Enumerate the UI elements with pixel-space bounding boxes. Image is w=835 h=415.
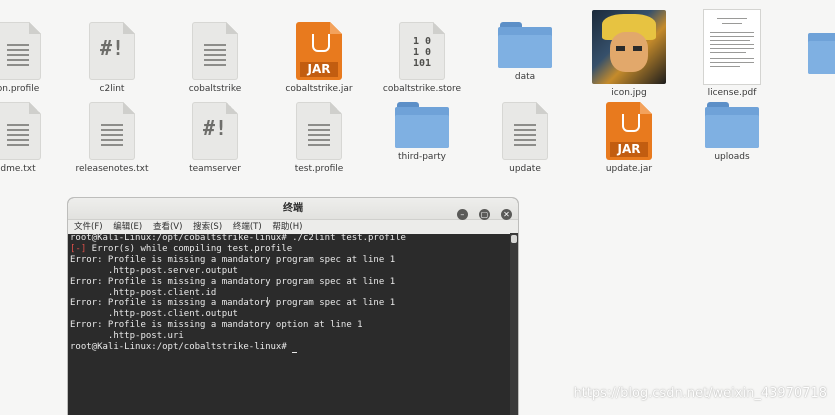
- menu-terminal[interactable]: 终端(T): [233, 222, 262, 232]
- file-item[interactable]: update: [475, 102, 575, 174]
- menu-help[interactable]: 帮助(H): [272, 222, 302, 232]
- file-label: cobaltstrike.store: [382, 84, 462, 94]
- image-thumbnail-icon: [592, 10, 666, 84]
- menu-file[interactable]: 文件(F): [74, 222, 103, 232]
- file-item[interactable]: data: [475, 22, 575, 82]
- folder-icon[interactable]: [808, 28, 835, 74]
- document-icon: [0, 102, 41, 160]
- file-label: uploads: [714, 152, 750, 162]
- file-label: test.profile: [294, 164, 344, 174]
- document-icon: [89, 102, 135, 160]
- file-item[interactable]: dme.txt: [0, 102, 68, 174]
- file-item[interactable]: on.profile: [0, 22, 68, 94]
- script-icon: #!: [192, 102, 238, 160]
- file-item[interactable]: JAR update.jar: [579, 102, 679, 174]
- jar-icon: JAR: [606, 102, 652, 160]
- terminal-line: Error: Profile is missing a mandatory pr…: [70, 276, 396, 287]
- terminal-titlebar[interactable]: 终端 – ▢ ✕: [68, 198, 518, 220]
- document-icon: [192, 22, 238, 80]
- close-icon[interactable]: ✕: [501, 209, 512, 220]
- document-icon: [0, 22, 41, 80]
- file-label: on.profile: [0, 84, 40, 94]
- error-prefix: [-]: [70, 243, 87, 254]
- terminal-line: .http-post.client.id: [70, 287, 217, 298]
- file-label: icon.jpg: [611, 88, 647, 98]
- document-icon: [502, 102, 548, 160]
- file-item[interactable]: JAR cobaltstrike.jar: [269, 22, 369, 94]
- folder-icon: [498, 22, 552, 68]
- jar-icon: JAR: [296, 22, 342, 80]
- file-item[interactable]: icon.jpg: [579, 10, 679, 98]
- file-item[interactable]: test.profile: [269, 102, 369, 174]
- file-label: data: [514, 72, 536, 82]
- file-item[interactable]: 1 01 0 101 cobaltstrike.store: [372, 22, 472, 94]
- terminal-line: [-] Error(s) while compiling test.profil…: [70, 243, 293, 254]
- document-icon: [296, 102, 342, 160]
- folder-icon: [705, 102, 759, 148]
- menu-search[interactable]: 搜索(S): [193, 222, 222, 232]
- file-item[interactable]: #! c2lint: [62, 22, 162, 94]
- file-item[interactable]: releasenotes.txt: [62, 102, 162, 174]
- file-label: cobaltstrike: [188, 84, 242, 94]
- terminal-scrollbar[interactable]: [510, 233, 518, 415]
- file-label: third-party: [397, 152, 447, 162]
- file-label: update.jar: [605, 164, 653, 174]
- file-label: license.pdf: [707, 88, 757, 98]
- file-item[interactable]: uploads: [682, 102, 782, 162]
- file-manager-view: on.profile #! c2lint cobaltstrike JAR co…: [0, 0, 835, 200]
- file-item[interactable]: third-party: [372, 102, 472, 162]
- file-item[interactable]: #! teamserver: [165, 102, 265, 174]
- menu-view[interactable]: 查看(V): [153, 222, 182, 232]
- file-label: dme.txt: [0, 164, 36, 174]
- file-item[interactable]: license.pdf: [682, 10, 782, 98]
- terminal-line: root@Kali-Linux:/opt/cobaltstrike-linux#…: [70, 233, 406, 243]
- watermark: https://blog.csdn.net/weixin_43970718: [573, 386, 827, 401]
- file-label: teamserver: [189, 164, 241, 174]
- file-label: update: [509, 164, 541, 174]
- maximize-icon[interactable]: ▢: [478, 209, 490, 220]
- binary-file-icon: 1 01 0 101: [399, 22, 445, 80]
- terminal-line: Error: Profile is missing a mandatory pr…: [70, 254, 396, 265]
- file-label: c2lint: [99, 84, 125, 94]
- script-icon: #!: [89, 22, 135, 80]
- terminal-line: root@Kali-Linux:/opt/cobaltstrike-linux#: [70, 342, 510, 353]
- mouse-cursor-icon: I: [266, 296, 269, 307]
- file-label: cobaltstrike.jar: [285, 84, 353, 94]
- text-cursor: [292, 351, 298, 353]
- minimize-icon[interactable]: –: [456, 209, 468, 220]
- terminal-line: Error: Profile is missing a mandatory pr…: [70, 298, 396, 309]
- terminal-window[interactable]: 终端 – ▢ ✕ 文件(F) 编辑(E) 查看(V) 搜索(S) 终端(T) 帮…: [68, 198, 518, 415]
- menu-edit[interactable]: 编辑(E): [113, 222, 142, 232]
- pdf-thumbnail-icon: [704, 10, 760, 84]
- terminal-line: .http-post.server.output: [70, 265, 238, 276]
- file-item[interactable]: cobaltstrike: [165, 22, 265, 94]
- file-label: releasenotes.txt: [75, 164, 149, 174]
- folder-icon: [395, 102, 449, 148]
- terminal-line: Error: Profile is missing a mandatory op…: [70, 320, 363, 331]
- terminal-output[interactable]: root@Kali-Linux:/opt/cobaltstrike-linux#…: [68, 233, 510, 415]
- terminal-line: .http-post.client.output: [70, 309, 238, 320]
- terminal-line: .http-post.uri: [70, 331, 184, 342]
- terminal-menubar: 文件(F) 编辑(E) 查看(V) 搜索(S) 终端(T) 帮助(H): [68, 220, 518, 234]
